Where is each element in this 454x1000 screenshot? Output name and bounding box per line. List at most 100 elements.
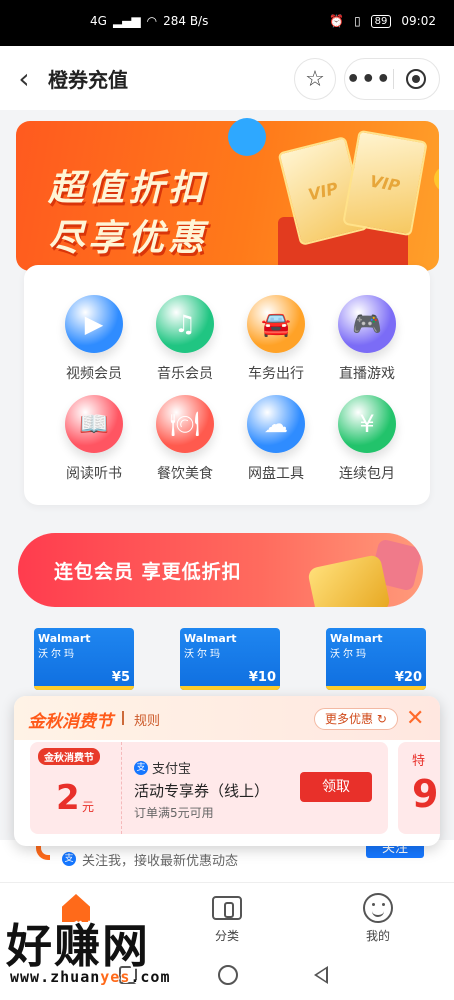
card-value: ¥5	[111, 670, 130, 685]
coupon-card[interactable]: 金秋消费节 2 元 支支付宝 活动专享券（线上） 订单满5元可用 领取	[30, 742, 388, 834]
more-options-button[interactable]: •••	[345, 67, 393, 92]
wifi-icon: ◠	[146, 14, 158, 28]
more-offers-label: 更多优惠	[325, 712, 374, 726]
category-label: 车务出行	[248, 366, 304, 382]
smiley-icon	[363, 893, 393, 923]
vip-card-illustration: VIP	[342, 129, 428, 237]
bottom-tab-bar: 首页 分类 我的	[0, 882, 454, 950]
tab-home[interactable]: 首页	[36, 893, 116, 944]
coupon-cube-illustration	[306, 553, 392, 607]
card-value: ¥10	[248, 670, 276, 685]
coupon-tag-fragment: 特	[412, 754, 426, 769]
alipay-icon: 支	[134, 760, 148, 775]
cloud-upload-icon: ☁	[247, 395, 305, 453]
tab-me[interactable]: 我的	[338, 893, 418, 944]
claim-button[interactable]: 领取	[300, 772, 372, 802]
coin-illustration	[434, 166, 439, 192]
page-title: 橙券充值	[48, 67, 128, 92]
category-item[interactable]: 📖 阅读听书	[49, 395, 139, 483]
miniapp-close-button[interactable]	[393, 69, 439, 89]
decor-bubble	[228, 118, 266, 156]
car-icon: 🚘	[247, 295, 305, 353]
tab-me-label: 我的	[365, 929, 390, 943]
tab-category-label: 分类	[214, 929, 239, 943]
card-brand-cn: 沃尔玛	[330, 649, 369, 660]
favorite-star-button[interactable]: ☆	[294, 58, 336, 100]
category-label: 网盘工具	[248, 466, 304, 482]
category-label: 视频会员	[66, 366, 122, 382]
system-nav-bar	[0, 950, 454, 1000]
ticket-icon	[212, 896, 242, 920]
walmart-card-10[interactable]: Walmart 沃尔玛 ¥10	[180, 628, 280, 690]
clock: 09:02	[401, 14, 436, 28]
subscription-promo-banner[interactable]: 连包会员 享更低折扣	[18, 533, 423, 607]
battery-icon: 89	[370, 14, 392, 28]
card-stripe	[180, 686, 280, 690]
card-brand: Walmart	[38, 632, 91, 645]
category-item[interactable]: ¥ 连续包月	[322, 395, 412, 483]
video-icon: ▶	[65, 295, 123, 353]
target-icon	[406, 69, 427, 89]
status-left: 4G ▂▄▆ ◠ 284 B/s	[90, 14, 208, 28]
back-triangle-icon[interactable]	[314, 966, 328, 984]
net-speed: 284 B/s	[163, 14, 209, 28]
status-right: ⏰ ▯ 89 09:02	[329, 14, 436, 28]
coupon-source: 支支付宝	[134, 758, 191, 777]
category-label: 阅读听书	[66, 466, 122, 482]
category-label: 连续包月	[339, 466, 395, 482]
coupon-card-partial[interactable]: 特 9	[398, 742, 440, 834]
home-circle-icon[interactable]	[218, 965, 238, 985]
popup-title: 金秋消费节	[28, 712, 113, 732]
card-value: ¥20	[394, 670, 422, 685]
banner-line2: 尽享优惠	[48, 218, 209, 259]
category-item[interactable]: 🚘 车务出行	[231, 295, 321, 383]
coupon-unit: 元	[82, 800, 95, 814]
category-item[interactable]: 🎮 直播游戏	[322, 295, 412, 383]
hero-banner[interactable]: 超值折扣 尽享优惠 VIP VIP	[16, 121, 439, 271]
more-offers-button[interactable]: 更多优惠 ↻	[314, 708, 398, 730]
nav-bar: ‹ 橙券充值 ☆ •••	[0, 46, 454, 110]
banner-line1: 超值折扣	[48, 168, 209, 209]
card-stripe	[34, 686, 134, 690]
vibrate-icon: ▯	[354, 14, 361, 28]
card-brand-cn: 沃尔玛	[184, 649, 223, 660]
promo-popup: 金秋消费节 规则 更多优惠 ↻ ✕ 金秋消费节 2 元 支支付宝 活动专享券（线…	[14, 696, 440, 846]
follow-text: 关注我，接收最新优惠动态	[82, 854, 239, 869]
book-icon: 📖	[65, 395, 123, 453]
network-icon: 4G	[90, 14, 107, 28]
home-icon	[62, 894, 90, 922]
back-icon[interactable]: ‹	[2, 62, 46, 95]
category-item[interactable]: ♫ 音乐会员	[140, 295, 230, 383]
category-item[interactable]: ▶ 视频会员	[49, 295, 139, 383]
promo-text: 连包会员 享更低折扣	[54, 561, 242, 583]
category-label: 音乐会员	[157, 366, 213, 382]
music-icon: ♫	[156, 295, 214, 353]
coupon-amount: 2	[56, 778, 80, 818]
close-icon[interactable]: ✕	[406, 706, 424, 731]
tab-home-label: 首页	[63, 929, 88, 943]
card-stripe	[326, 686, 426, 690]
miniapp-capsule: •••	[344, 58, 440, 100]
rules-link[interactable]: 规则	[134, 710, 160, 729]
star-icon: ☆	[305, 66, 325, 92]
coupon-tag: 金秋消费节	[38, 748, 100, 765]
coupon-name: 活动专享券（线上）	[134, 782, 270, 800]
walmart-card-5[interactable]: Walmart 沃尔玛 ¥5	[34, 628, 134, 690]
coupon-source-label: 支付宝	[152, 762, 192, 777]
category-label: 餐饮美食	[157, 466, 213, 482]
yen-phone-icon: ¥	[338, 395, 396, 453]
follow-strip: 支 关注我，接收最新优惠动态 关注	[0, 840, 454, 882]
card-brand: Walmart	[330, 632, 383, 645]
tab-category[interactable]: 分类	[187, 893, 267, 944]
category-label: 直播游戏	[339, 366, 395, 382]
refresh-icon: ↻	[376, 712, 387, 726]
dish-icon: 🍽	[156, 395, 214, 453]
coupon-condition: 订单满5元可用	[134, 806, 214, 820]
walmart-card-20[interactable]: Walmart 沃尔玛 ¥20	[326, 628, 426, 690]
category-item[interactable]: 🍽 餐饮美食	[140, 395, 230, 483]
recent-apps-icon[interactable]	[119, 966, 137, 984]
card-brand: Walmart	[184, 632, 237, 645]
category-item[interactable]: ☁ 网盘工具	[231, 395, 321, 483]
popup-divider	[122, 711, 124, 725]
alipay-icon: 支	[62, 852, 76, 866]
